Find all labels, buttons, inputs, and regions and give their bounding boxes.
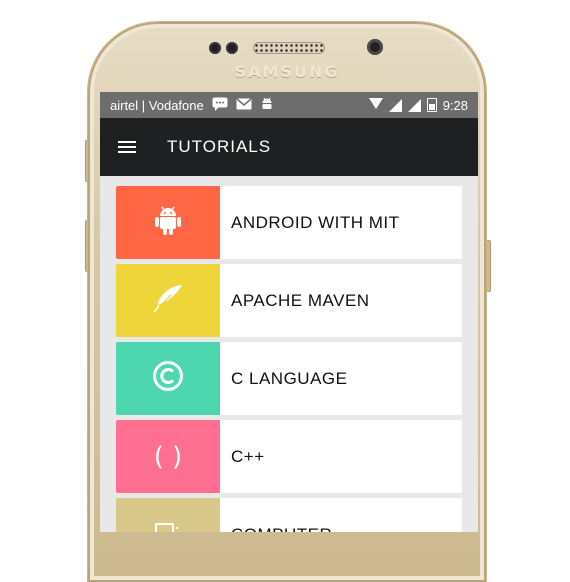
feather-icon [151,283,185,318]
computer-icon [155,522,181,532]
tutorial-label: ANDROID WITH MIT [231,212,400,232]
tutorial-label: COMPUTER [220,498,332,533]
front-camera [367,39,383,55]
tutorial-label: C LANGUAGE [231,368,348,388]
message-icon [212,97,228,114]
signal-icon [388,98,402,112]
carrier-label: airtel | Vodafone [110,97,204,113]
parentheses-icon: ( ) [153,441,183,472]
wifi-icon [368,98,383,112]
tutorial-label: C++ [231,446,265,466]
tutorial-thumb [116,498,220,532]
tutorial-card-c[interactable]: C LANGUAGE [116,342,462,415]
android-icon [260,97,274,114]
tutorial-thumb: ( ) [116,420,220,493]
status-bar: airtel | Vodafone 9:28 [100,92,478,118]
device-brand: SAMSUNG [234,62,340,81]
hamburger-icon[interactable] [118,141,136,153]
phone-screen: airtel | Vodafone 9:28 TUTORIALS ANDROID… [100,92,478,532]
android-icon [154,205,182,240]
status-time: 9:28 [442,97,468,113]
phone-top-bezel: SAMSUNG [88,22,486,92]
signal-icon-2 [407,98,421,112]
app-toolbar: TUTORIALS [100,118,478,176]
tutorial-card-android[interactable]: ANDROID WITH MIT [116,186,462,259]
page-title: TUTORIALS [167,137,272,156]
earpiece-speaker [253,42,325,54]
tutorial-card-cpp[interactable]: ( ) C++ [116,420,462,493]
tutorial-thumb [116,186,220,259]
tutorial-label: APACHE MAVEN [231,290,370,310]
tutorial-thumb [116,342,220,415]
mail-icon [236,97,252,113]
tutorial-list: ANDROID WITH MIT APACHE MAVEN C LANGUAGE… [100,176,478,532]
battery-icon [426,98,437,112]
sensor-dot-2 [226,42,238,54]
tutorial-card-maven[interactable]: APACHE MAVEN [116,264,462,337]
tutorial-thumb [116,264,220,337]
copyright-icon [152,360,184,397]
sensor-dot-1 [209,42,221,54]
tutorial-card-computer[interactable]: COMPUTER [116,498,462,532]
